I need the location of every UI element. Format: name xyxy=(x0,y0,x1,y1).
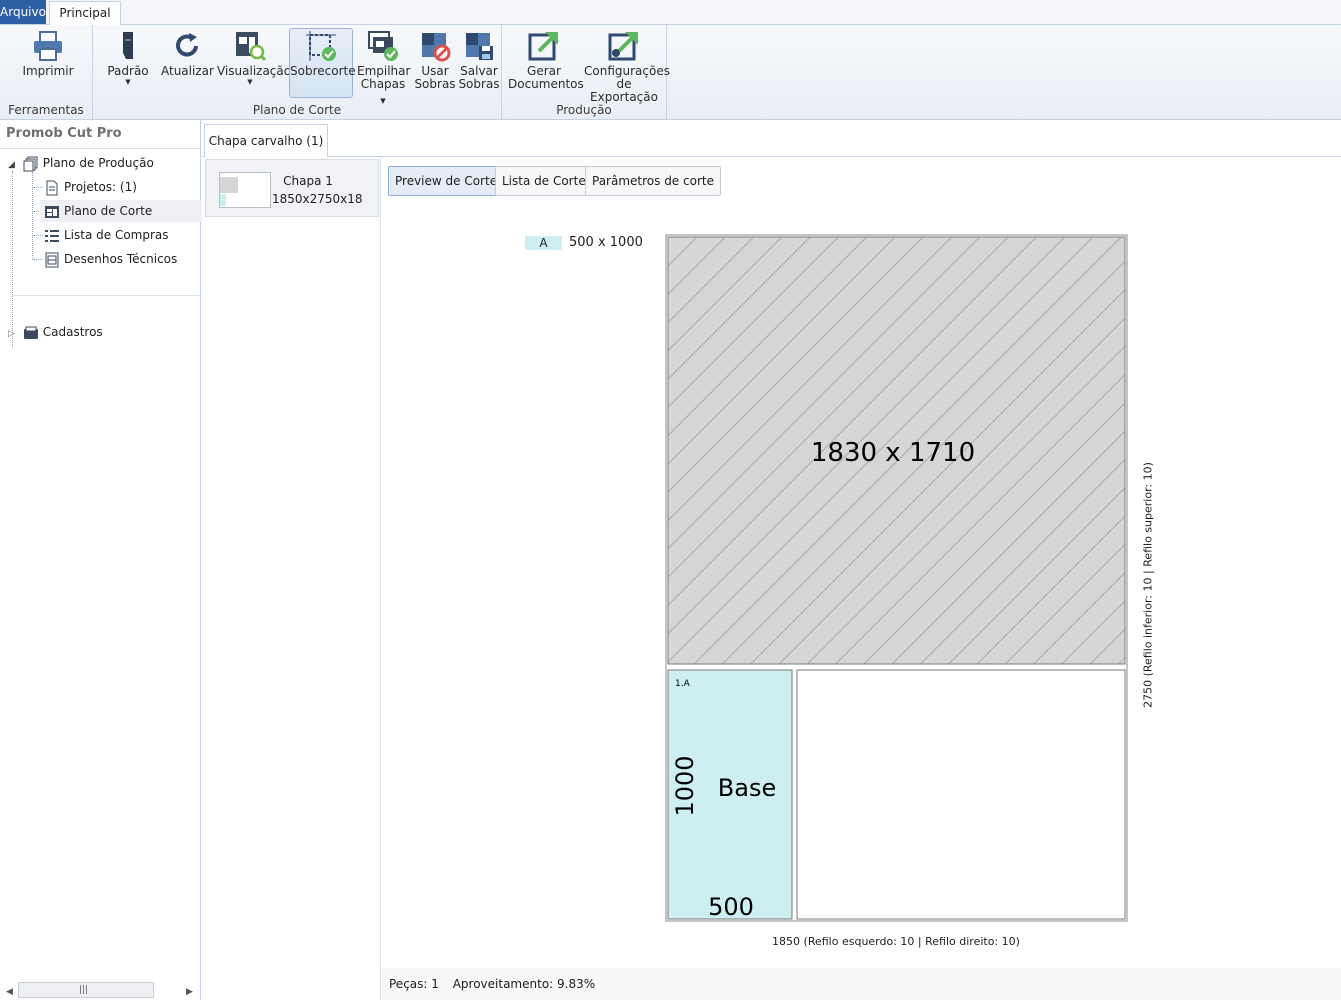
cut-plan-icon xyxy=(45,205,59,218)
use-offcuts-icon xyxy=(422,33,451,62)
refresh-label: Atualizar xyxy=(161,64,214,78)
printer-icon xyxy=(34,31,62,61)
generate-documents-label-1: Gerar xyxy=(527,64,561,78)
save-offcuts-label-2: Sobras xyxy=(458,77,500,91)
refresh-icon xyxy=(176,33,198,57)
sheet-info: Chapa 1 1850x2750x18 xyxy=(272,172,363,208)
horizontal-scrollbar[interactable]: ||| xyxy=(18,982,154,998)
use-offcuts-button[interactable]: Usar Sobras xyxy=(413,29,457,97)
group-label-producao: Produção xyxy=(556,103,612,117)
tree-item-plano-de-producao[interactable]: ◢ Plano de Produção xyxy=(8,152,198,174)
tree-item-cadastros[interactable]: ▷ Cadastros xyxy=(8,321,198,343)
sheet-name: Chapa 1 xyxy=(283,174,333,188)
sheet-thumbnail xyxy=(219,172,271,208)
view-button[interactable]: Visualização ▼ xyxy=(217,29,291,97)
sheet-card[interactable]: Chapa 1 1850x2750x18 xyxy=(205,159,379,217)
usage-percent: Aproveitamento: 9.83% xyxy=(452,977,596,991)
export-settings-icon xyxy=(608,32,638,61)
save-offcuts-button[interactable]: Salvar Sobras xyxy=(457,29,501,97)
view-label: Visualização xyxy=(217,64,292,78)
tab-arquivo[interactable]: Arquivo xyxy=(0,0,46,24)
production-plan-icon xyxy=(23,156,38,171)
nav-title: Promob Cut Pro xyxy=(6,126,122,141)
export-settings-label-1: Configurações xyxy=(584,64,670,78)
tree-label: Desenhos Técnicos xyxy=(64,252,178,266)
tab-chapa-carvalho[interactable]: Chapa carvalho (1) xyxy=(204,124,328,158)
ribbon-tab-strip: Arquivo Principal xyxy=(0,0,1341,25)
group-label-ferramentas: Ferramentas xyxy=(8,103,84,117)
ribbon: Imprimir Ferramentas Padrão ▼ Atualizar xyxy=(0,25,1341,120)
tab-principal[interactable]: Principal xyxy=(49,1,121,25)
expand-triangle-icon[interactable]: ▷ xyxy=(8,329,15,339)
sheet-list: Chapa 1 1850x2750x18 xyxy=(202,157,381,1000)
pieces-count: Peças: 1 xyxy=(389,977,439,991)
preview-de-corte-button[interactable]: Preview de Corte xyxy=(388,166,505,196)
group-producao: Gerar Documentos Configurações de Export… xyxy=(502,25,670,119)
tree-label: Plano de Corte xyxy=(64,204,153,218)
tree-label: Lista de Compras xyxy=(64,228,169,242)
technical-drawing-icon xyxy=(45,252,59,267)
tree-item-plano-de-corte[interactable]: Plano de Corte xyxy=(40,200,202,222)
piece-legend-code: A xyxy=(525,236,562,250)
sheet-dimensions: 1850x2750x18 xyxy=(272,192,363,206)
stack-sheets-button[interactable]: Empilhar Chapas ▼ xyxy=(357,29,411,105)
standard-label: Padrão xyxy=(107,64,149,78)
tree-line xyxy=(33,259,43,260)
scroll-grip-icon: ||| xyxy=(79,985,89,995)
chevron-down-icon: ▼ xyxy=(247,78,253,86)
tree-label: Cadastros xyxy=(42,325,103,339)
scroll-left-icon[interactable]: ◀ xyxy=(6,987,13,997)
divider xyxy=(12,295,200,296)
group-ferramentas: Imprimir Ferramentas xyxy=(0,25,93,119)
list-icon xyxy=(45,229,59,242)
tree-item-desenhos-tecnicos[interactable]: Desenhos Técnicos xyxy=(44,248,194,270)
parametros-de-corte-button[interactable]: Parâmetros de corte xyxy=(585,166,721,196)
document-tab-bar: Chapa carvalho (1) xyxy=(202,120,1341,158)
collapse-triangle-icon[interactable]: ◢ xyxy=(8,160,15,170)
save-offcuts-icon xyxy=(466,33,493,60)
tree-line xyxy=(33,187,43,188)
group-label-plano-de-corte: Plano de Corte xyxy=(252,103,342,117)
export-settings-button[interactable]: Configurações de Exportação xyxy=(584,29,670,104)
offcut-check-icon xyxy=(306,31,336,61)
document-area: Chapa carvalho (1) Chapa 1 1850x2750x18 … xyxy=(202,120,1341,1000)
status-bar: Peças: 1 Aproveitamento: 9.83% xyxy=(381,968,1341,1000)
group-plano-de-corte: Padrão ▼ Atualizar Visualização ▼ Sobrec… xyxy=(93,25,502,119)
offcut-button[interactable]: Sobrecorte xyxy=(289,28,356,98)
chevron-down-icon: ▼ xyxy=(125,78,131,86)
lista-de-corte-button[interactable]: Lista de Corte xyxy=(495,166,593,196)
piece-legend-size: 500 x 1000 xyxy=(569,235,643,250)
tree-label: Plano de Produção xyxy=(42,156,154,170)
generate-documents-button[interactable]: Gerar Documentos xyxy=(508,29,584,97)
width-dimension: 1850 (Refilo esquerdo: 10 | Refilo direi… xyxy=(772,935,1020,948)
stack-sheets-icon xyxy=(368,31,398,61)
tree-label: Projetos: (1) xyxy=(64,180,137,194)
use-offcuts-label-2: Sobras xyxy=(414,77,456,91)
print-button[interactable]: Imprimir xyxy=(20,29,76,97)
navigation-panel: Promob Cut Pro ◢ Plano de Produção Proje… xyxy=(0,120,202,1000)
divider xyxy=(0,148,200,149)
tree-item-lista-de-compras[interactable]: Lista de Compras xyxy=(44,224,194,246)
tree-line xyxy=(32,172,33,260)
use-offcuts-label-1: Usar xyxy=(421,64,449,78)
generate-documents-label-2: Documentos xyxy=(508,77,584,91)
save-offcuts-label-1: Salvar xyxy=(460,64,498,78)
registry-box-icon xyxy=(23,326,38,339)
view-search-icon xyxy=(236,32,267,62)
export-icon xyxy=(528,32,558,61)
scroll-right-icon[interactable]: ▶ xyxy=(186,987,193,997)
standard-button[interactable]: Padrão ▼ xyxy=(105,29,151,97)
print-label: Imprimir xyxy=(22,64,74,78)
tree-item-projetos[interactable]: Projetos: (1) xyxy=(44,176,194,198)
refresh-button[interactable]: Atualizar xyxy=(161,29,214,97)
document-icon xyxy=(46,180,58,195)
cabinet-icon xyxy=(123,32,133,59)
stack-label-2: Chapas xyxy=(360,77,406,91)
height-dimension-text: 2750 (Refilo inferior: 10 | Refilo super… xyxy=(1141,462,1155,708)
stack-label-1: Empilhar xyxy=(357,64,411,78)
offcut-label: Sobrecorte xyxy=(290,64,356,78)
tree-line xyxy=(33,235,43,236)
export-settings-label-2: de Exportação xyxy=(590,77,658,104)
